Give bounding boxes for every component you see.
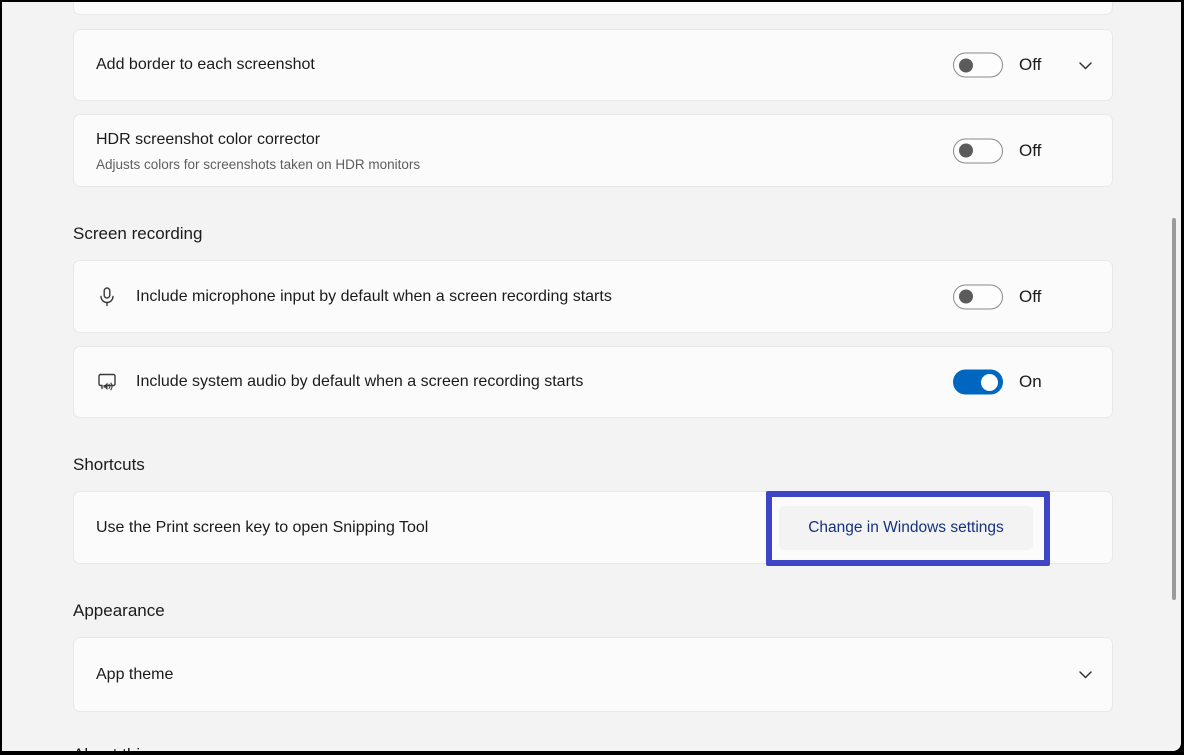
partial-card-top[interactable] xyxy=(73,2,1113,15)
app-theme-label: App theme xyxy=(96,666,173,684)
hdr-corrector-state-label: Off xyxy=(1019,141,1041,161)
section-header-appearance: Appearance xyxy=(73,601,165,621)
microphone-input-label: Include microphone input by default when… xyxy=(136,288,612,306)
microphone-input-toggle[interactable] xyxy=(953,284,1003,309)
toggle-knob xyxy=(959,58,973,72)
hdr-corrector-label: HDR screenshot color corrector xyxy=(96,131,320,149)
microphone-icon xyxy=(96,286,118,308)
microphone-input-state-label: Off xyxy=(1019,287,1041,307)
print-screen-shortcut-label: Use the Print screen key to open Snippin… xyxy=(96,519,428,537)
hdr-corrector-toggle[interactable] xyxy=(953,138,1003,163)
add-border-toggle[interactable] xyxy=(953,53,1003,78)
card-system-audio[interactable]: Include system audio by default when a s… xyxy=(73,346,1113,418)
toggle-knob xyxy=(981,374,998,391)
card-add-border[interactable]: Add border to each screenshot Off xyxy=(73,29,1113,101)
system-audio-icon xyxy=(96,371,118,393)
toggle-knob xyxy=(959,144,973,158)
hdr-corrector-description: Adjusts colors for screenshots taken on … xyxy=(96,157,420,172)
add-border-state-label: Off xyxy=(1019,55,1041,75)
change-in-windows-settings-button[interactable]: Change in Windows settings xyxy=(779,506,1033,550)
add-border-label: Add border to each screenshot xyxy=(96,56,315,74)
system-audio-state-label: On xyxy=(1019,372,1042,392)
chevron-down-icon[interactable] xyxy=(1077,667,1093,683)
section-header-screen-recording: Screen recording xyxy=(73,224,202,244)
chevron-down-icon[interactable] xyxy=(1077,57,1093,73)
snipping-tool-settings-page: Add border to each screenshot Off HDR sc… xyxy=(2,2,1181,751)
screenshot-frame: Add border to each screenshot Off HDR sc… xyxy=(0,0,1184,755)
system-audio-label: Include system audio by default when a s… xyxy=(136,373,583,391)
card-print-screen-shortcut: Use the Print screen key to open Snippin… xyxy=(73,491,1113,564)
vertical-scrollbar-thumb[interactable] xyxy=(1172,218,1176,600)
card-app-theme[interactable]: App theme xyxy=(73,637,1113,712)
card-hdr-corrector[interactable]: HDR screenshot color corrector Adjusts c… xyxy=(73,114,1113,187)
system-audio-toggle[interactable] xyxy=(953,370,1003,395)
section-header-shortcuts: Shortcuts xyxy=(73,455,145,475)
toggle-knob xyxy=(959,290,973,304)
section-header-about: About this app xyxy=(73,745,182,751)
card-microphone-input[interactable]: Include microphone input by default when… xyxy=(73,260,1113,333)
